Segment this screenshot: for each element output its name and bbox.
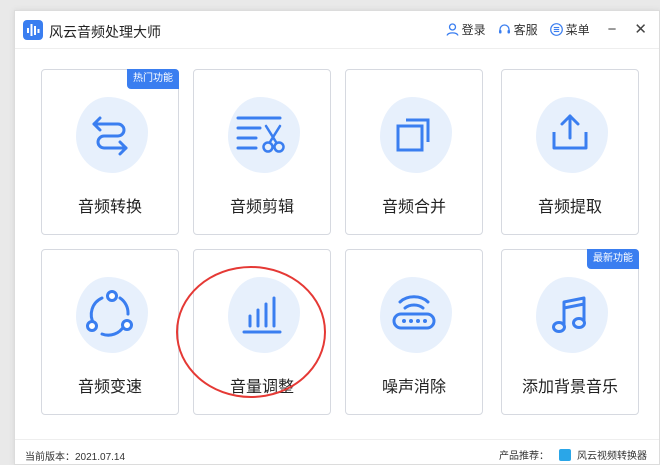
minimize-button[interactable]: −: [608, 21, 617, 38]
menu-icon: [549, 23, 563, 36]
app-title: 风云音频处理大师: [49, 24, 161, 40]
scissors-icon: [236, 116, 285, 153]
close-button[interactable]: ✕: [634, 21, 647, 38]
card-audio-cut[interactable]: 音频剪辑: [193, 69, 331, 235]
card-label: 音频转换: [77, 199, 142, 216]
recommend-product-link[interactable]: 风云视频转换器: [577, 447, 647, 462]
title-bar: 风云音频处理大师 登录 客服 菜单 − ✕: [15, 11, 659, 49]
recommend-label: 产品推荐：: [499, 451, 549, 462]
speed-circle-icon: [86, 290, 133, 337]
merge-squares-icon: [396, 118, 430, 152]
card-audio-extract[interactable]: 音频提取: [501, 69, 639, 235]
hot-feature-badge: 热门功能: [127, 69, 179, 89]
app-logo-icon: [23, 20, 43, 40]
feature-grid: 热门功能 音频转换 音频剪辑 音频合并 音频提取 音频变速 音量调整 噪声消除 …: [15, 49, 660, 419]
upload-tray-icon: [552, 114, 588, 150]
card-label: 音频合并: [381, 199, 446, 216]
card-label: 音量调整: [229, 379, 294, 396]
login-label: 登录: [461, 23, 486, 37]
new-feature-badge: 最新功能: [587, 249, 639, 269]
music-note-icon: [552, 296, 586, 333]
app-window: 风云音频处理大师 登录 客服 菜单 − ✕ 热门功能 音频转换 音频剪辑 音频合…: [14, 10, 660, 465]
menu-button[interactable]: 菜单: [549, 21, 590, 38]
service-button[interactable]: 客服: [498, 21, 538, 38]
headset-icon: [498, 24, 510, 34]
product-icon: [559, 448, 571, 461]
card-volume-adjust[interactable]: 音量调整: [193, 249, 331, 415]
user-icon: [446, 23, 459, 36]
card-audio-convert[interactable]: 热门功能 音频转换: [41, 69, 179, 235]
card-label: 噪声消除: [381, 379, 446, 396]
login-button[interactable]: 登录: [446, 21, 486, 38]
card-noise-removal[interactable]: 噪声消除: [345, 249, 483, 415]
title-actions: 登录 客服 菜单 − ✕: [434, 21, 647, 38]
card-audio-merge[interactable]: 音频合并: [345, 69, 483, 235]
status-bar: 当前版本：2021.07.14 产品推荐： 风云视频转换器: [15, 439, 659, 465]
menu-label: 菜单: [565, 23, 590, 37]
noise-router-icon: [392, 295, 436, 330]
card-label: 音频变速: [77, 379, 142, 396]
service-label: 客服: [513, 23, 538, 37]
card-audio-speed[interactable]: 音频变速: [41, 249, 179, 415]
card-label: 音频剪辑: [229, 199, 294, 216]
card-label: 添加背景音乐: [521, 379, 618, 396]
volume-bars-icon: [242, 296, 282, 334]
convert-arrows-icon: [92, 116, 128, 156]
product-recommend: 产品推荐： 风云视频转换器: [499, 447, 647, 462]
card-label: 音频提取: [537, 199, 602, 216]
version-text: 当前版本：2021.07.14: [25, 452, 126, 463]
card-add-bgm[interactable]: 最新功能 添加背景音乐: [501, 249, 639, 415]
